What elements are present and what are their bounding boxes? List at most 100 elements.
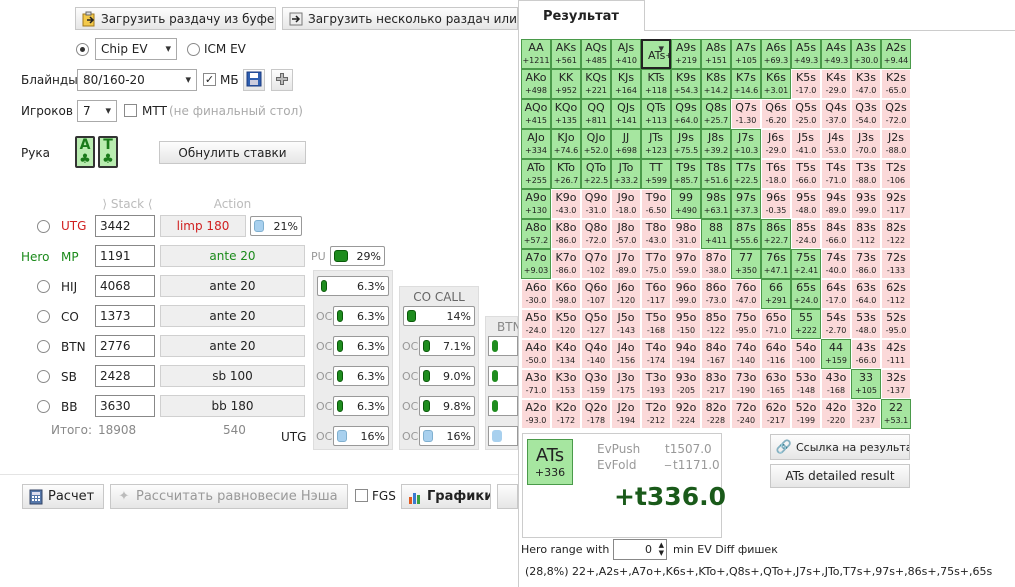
matrix-cell[interactable]: T4s -71.0	[821, 159, 851, 189]
matrix-cell[interactable]: T7o -75.0	[641, 249, 671, 279]
matrix-cell[interactable]: K9s +54.3	[671, 69, 701, 99]
matrix-cell[interactable]: KTo +26.7	[551, 159, 581, 189]
stack-input-mp[interactable]: 1191	[95, 245, 155, 267]
matrix-cell[interactable]: 85o -122	[701, 309, 731, 339]
range-bar-btn-col-1[interactable]	[488, 336, 518, 356]
load-many-button[interactable]: Загрузить несколько раздач или тур	[282, 7, 518, 30]
matrix-cell[interactable]: Q8o -72.0	[581, 219, 611, 249]
matrix-cell[interactable]: 62s -112	[881, 279, 911, 309]
matrix-cell[interactable]: Q7o -102	[581, 249, 611, 279]
matrix-cell[interactable]: Q5o -127	[581, 309, 611, 339]
matrix-cell[interactable]: 73o -190	[731, 369, 761, 399]
matrix-cell[interactable]: J7s +10.3	[731, 129, 761, 159]
range-bar-btn-col-2[interactable]	[488, 366, 518, 386]
matrix-cell[interactable]: A3s +30.0	[851, 39, 881, 69]
matrix-cell[interactable]: T6o -117	[641, 279, 671, 309]
matrix-cell[interactable]: 77 +350	[731, 249, 761, 279]
matrix-cell[interactable]: JTo +33.2	[611, 159, 641, 189]
matrix-cell[interactable]: QJs +141	[611, 99, 641, 129]
matrix-cell[interactable]: JJ +698	[611, 129, 641, 159]
matrix-cell[interactable]: T4o -174	[641, 339, 671, 369]
matrix-cell[interactable]: 98s +63.1	[701, 189, 731, 219]
matrix-cell[interactable]: 95o -150	[671, 309, 701, 339]
action-co[interactable]: ante 20	[160, 305, 305, 327]
matrix-cell[interactable]: AKs +561	[551, 39, 581, 69]
hand-card-2[interactable]: T ♣	[98, 136, 118, 168]
matrix-cell[interactable]: JTs +123	[641, 129, 671, 159]
action-hij[interactable]: ante 20	[160, 275, 305, 297]
range-bar-utg[interactable]: 21%	[250, 216, 302, 236]
matrix-cell[interactable]: A8s +151	[701, 39, 731, 69]
matrix-cell[interactable]: 74o -140	[731, 339, 761, 369]
matrix-cell[interactable]: 43o -168	[821, 369, 851, 399]
matrix-cell[interactable]: 65o -71.0	[761, 309, 791, 339]
charts-button[interactable]: Графики	[401, 484, 491, 509]
range-bar-co-2[interactable]: 14%	[403, 306, 475, 326]
matrix-cell[interactable]: T7s +22.5	[731, 159, 761, 189]
range-bar-btn-col-3[interactable]	[488, 396, 518, 416]
range-bar-total-1[interactable]: 16%	[333, 426, 389, 446]
matrix-cell[interactable]: 32o -237	[851, 399, 881, 429]
matrix-cell[interactable]: Q3s -54.0	[851, 99, 881, 129]
matrix-cell[interactable]: AA +1211	[521, 39, 551, 69]
matrix-cell[interactable]: 97o -59.0	[671, 249, 701, 279]
matrix-cell[interactable]: T5o -168	[641, 309, 671, 339]
matrix-cell[interactable]: KQs +221	[581, 69, 611, 99]
matrix-cell[interactable]: KQo +135	[551, 99, 581, 129]
matrix-cell[interactable]: A2o -93.0	[521, 399, 551, 429]
icm-ev-radio[interactable]	[187, 43, 200, 56]
matrix-cell[interactable]: K7s +14.6	[731, 69, 761, 99]
players-select[interactable]: 7	[77, 100, 117, 122]
hero-range-input[interactable]: 0 ▲ ▼	[613, 539, 667, 560]
spinner-icon[interactable]: ▲ ▼	[659, 541, 664, 557]
action-mp[interactable]: ante 20	[160, 245, 305, 267]
matrix-cell[interactable]: 63o -165	[761, 369, 791, 399]
stack-input-co[interactable]: 1373	[95, 305, 155, 327]
matrix-cell[interactable]: 76s +47.1	[761, 249, 791, 279]
matrix-cell[interactable]: A4s +49.3	[821, 39, 851, 69]
matrix-cell[interactable]: KJo +74.6	[551, 129, 581, 159]
range-bar-bb-1[interactable]: 6.3%	[333, 396, 389, 416]
seat-radio-co[interactable]	[37, 310, 50, 323]
matrix-cell[interactable]: KJs +164	[611, 69, 641, 99]
stack-input-btn[interactable]: 2776	[95, 335, 155, 357]
matrix-cell[interactable]: AJo +334	[521, 129, 551, 159]
matrix-cell[interactable]: A7o +9.03	[521, 249, 551, 279]
matrix-cell[interactable]: T3o -193	[641, 369, 671, 399]
matrix-cell[interactable]: J5s -41.0	[791, 129, 821, 159]
action-btn[interactable]: ante 20	[160, 335, 305, 357]
matrix-cell[interactable]: 66 +291	[761, 279, 791, 309]
stack-input-hij[interactable]: 4068	[95, 275, 155, 297]
matrix-cell[interactable]: 75s +2.41	[791, 249, 821, 279]
matrix-cell[interactable]: 53o -148	[791, 369, 821, 399]
save-button[interactable]	[243, 69, 265, 91]
matrix-cell[interactable]: J8o -57.0	[611, 219, 641, 249]
matrix-cell[interactable]: 93o -205	[671, 369, 701, 399]
matrix-cell[interactable]: QTo +22.5	[581, 159, 611, 189]
matrix-cell[interactable]: A3o -71.0	[521, 369, 551, 399]
matrix-cell[interactable]: 44 +159	[821, 339, 851, 369]
matrix-cell[interactable]: K4o -134	[551, 339, 581, 369]
matrix-cell[interactable]: 43s -66.0	[851, 339, 881, 369]
matrix-cell[interactable]: 84s -66.0	[821, 219, 851, 249]
range-bar-mp[interactable]: 29%	[330, 246, 385, 266]
matrix-cell[interactable]: K2o -172	[551, 399, 581, 429]
stack-input-utg[interactable]: 3442	[95, 215, 155, 237]
matrix-cell[interactable]: Q6s -6.20	[761, 99, 791, 129]
matrix-cell[interactable]: A7s +105	[731, 39, 761, 69]
matrix-cell[interactable]: J3s -70.0	[851, 129, 881, 159]
matrix-cell[interactable]: A6o -30.0	[521, 279, 551, 309]
matrix-cell[interactable]: J2s -88.0	[881, 129, 911, 159]
matrix-cell[interactable]: 53s -48.0	[851, 309, 881, 339]
range-bar-hij-1[interactable]: 6.3%	[317, 276, 389, 296]
matrix-cell[interactable]: 52s -95.0	[881, 309, 911, 339]
matrix-cell[interactable]: AKo +498	[521, 69, 551, 99]
matrix-cell[interactable]: TT +599	[641, 159, 671, 189]
matrix-cell[interactable]: 82o -228	[701, 399, 731, 429]
range-bar-btn-1[interactable]: 6.3%	[333, 336, 389, 356]
matrix-cell[interactable]: QQ +811	[581, 99, 611, 129]
action-sb[interactable]: sb 100	[160, 365, 305, 387]
matrix-cell[interactable]: Q3o -159	[581, 369, 611, 399]
matrix-cell[interactable]: J6o -120	[611, 279, 641, 309]
matrix-cell[interactable]: 33 +105	[851, 369, 881, 399]
